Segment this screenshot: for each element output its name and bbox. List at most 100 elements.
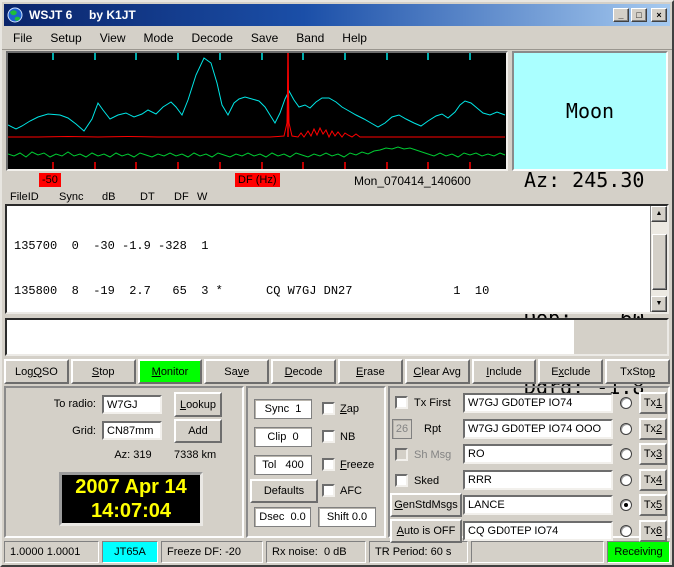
menu-help[interactable]: Help [333, 28, 376, 48]
sync-field[interactable]: Sync 1 [254, 399, 312, 419]
scrollbar-thumb[interactable] [652, 234, 667, 290]
exclude-button[interactable]: Ex clude [538, 359, 604, 384]
globe-icon [7, 7, 23, 23]
average-text-area[interactable]: 140600 1 4/6 GD0TEP W7GJ DN27 1 0 140600… [5, 318, 669, 356]
rpt-field: 26 [392, 419, 412, 439]
tx1-message-input[interactable] [463, 393, 613, 413]
freeze-checkbox[interactable] [322, 458, 335, 471]
moon-info-panel: Moon Az: 245.30 El: 7.98 Dop: 60 Dgrd: -… [512, 51, 668, 399]
scroll-down-icon[interactable]: ▼ [651, 296, 667, 312]
parameters-panel: Sync 1 Zap Clip 0 NB Tol 400 Freeze Defa… [246, 386, 386, 538]
to-radio-label: To radio: [53, 398, 96, 410]
decode-line: 135700 0 -30 -1.9 -328 1 [14, 239, 209, 253]
lookup-button[interactable]: Lookup [174, 392, 222, 417]
decode-text-area[interactable]: 135700 0 -30 -1.9 -328 1 135800 8 -19 2.… [5, 204, 669, 314]
moon-title: Moon [565, 99, 615, 123]
decode-button[interactable]: Decode [271, 359, 336, 384]
receiving-indicator: Receiving [607, 541, 670, 563]
decode-line: 135800 8 -19 2.7 65 3 * CQ W7GJ DN27 1 1… [14, 284, 490, 298]
col-dt: DT [140, 191, 155, 203]
menu-mode[interactable]: Mode [135, 28, 183, 48]
df-axis-marker: DF (Hz) [235, 173, 280, 187]
status-bar: 1.0000 1.0001 JT65A Freeze DF: -20 Rx no… [4, 541, 670, 563]
tx6-radio[interactable] [620, 525, 632, 537]
bottom-section: To radio: Lookup Grid: Add Az: 319 7338 … [4, 386, 670, 543]
tx4-message-input[interactable] [463, 470, 613, 490]
tx-first-checkbox[interactable] [395, 396, 408, 409]
add-button[interactable]: Add [174, 419, 222, 443]
gen-std-msgs-button[interactable]: GenStdMsgs [390, 493, 462, 517]
maximize-button[interactable]: □ [631, 8, 647, 22]
afc-label: AFC [340, 485, 362, 497]
decode-column-headers: FileID Sync dB DT DF W [2, 191, 672, 204]
menu-setup[interactable]: Setup [41, 28, 90, 48]
decode-scrollbar[interactable]: ▲ ▼ [650, 206, 667, 312]
save-button[interactable]: Sa v e [204, 359, 270, 384]
wsjt-window: WSJT 6 by K1JT _ □ × File Setup View Mod… [0, 0, 674, 567]
scroll-up-icon[interactable]: ▲ [651, 206, 667, 222]
tx3-message-input[interactable] [463, 444, 613, 464]
menu-view[interactable]: View [91, 28, 135, 48]
zap-checkbox[interactable] [322, 402, 335, 415]
include-button[interactable]: Include [471, 359, 537, 384]
freeze-label: Freeze [340, 459, 375, 471]
average-lines: 140600 1 4/6 GD0TEP W7GJ DN27 1 0 140600… [7, 320, 667, 354]
sked-checkbox[interactable] [395, 474, 408, 487]
afc-checkbox[interactable] [322, 484, 335, 497]
tx4-radio[interactable] [620, 474, 632, 486]
grid-input[interactable] [102, 421, 162, 440]
grid-label: Grid: [72, 425, 96, 437]
station-panel: To radio: Lookup Grid: Add Az: 319 7338 … [4, 386, 244, 538]
sh-msg-checkbox[interactable] [395, 448, 408, 461]
clock-date: 2007 Apr 14 [75, 476, 187, 498]
col-sync: Sync [59, 191, 84, 203]
txstop-button[interactable]: TxSto p [605, 359, 670, 384]
tx5-radio[interactable] [620, 499, 632, 511]
zap-label: Zap [340, 403, 359, 415]
spectrum-display[interactable] [6, 51, 508, 171]
tol-field[interactable]: Tol 400 [254, 455, 312, 475]
average-area-gray-region [574, 320, 667, 354]
tx1-radio[interactable] [620, 397, 632, 409]
log-qso-button[interactable]: Log Q SO [4, 359, 69, 384]
stop-button[interactable]: Stop [70, 359, 136, 384]
menu-save[interactable]: Save [242, 28, 287, 48]
close-button[interactable]: × [651, 8, 667, 22]
window-title: WSJT 6 by K1JT [29, 8, 136, 22]
tx6-message-input[interactable] [463, 521, 613, 541]
menu-decode[interactable]: Decode [183, 28, 242, 48]
col-w: W [197, 191, 208, 203]
tx5-button[interactable]: Tx 5 [639, 494, 667, 516]
erase-button[interactable]: Erase [337, 359, 403, 384]
clear-avg-button[interactable]: Clear Avg [404, 359, 470, 384]
shift-field[interactable]: Shift 0.0 [318, 507, 376, 527]
menu-file[interactable]: File [4, 28, 41, 48]
tx3-radio[interactable] [620, 448, 632, 460]
defaults-button[interactable]: Defaults [250, 479, 318, 503]
monitor-button[interactable]: Monitor [137, 359, 203, 384]
tx5-message-input[interactable] [463, 495, 613, 515]
mode-indicator: JT65A [102, 541, 158, 563]
tx6-button[interactable]: Tx 6 [639, 520, 667, 542]
dsec-field[interactable]: Dsec 0.0 [254, 507, 311, 527]
auto-button[interactable]: Auto is OFF [390, 519, 462, 543]
nb-checkbox[interactable] [322, 430, 335, 443]
tx-panel: Tx First Tx1 26 Rpt Tx2 Sh Msg Tx3 Sked … [388, 386, 670, 543]
to-radio-input[interactable] [102, 395, 162, 414]
minimize-button[interactable]: _ [613, 8, 629, 22]
tx2-button[interactable]: Tx 2 [639, 418, 667, 440]
utc-clock: 2007 Apr 14 14:07:04 [59, 472, 203, 526]
tx2-radio[interactable] [620, 423, 632, 435]
status-spacer [471, 541, 604, 563]
clip-field[interactable]: Clip 0 [254, 427, 312, 447]
menu-band[interactable]: Band [287, 28, 333, 48]
sked-label: Sked [414, 475, 440, 487]
azimuth-value: Az: 319 [114, 449, 152, 461]
tx4-button[interactable]: Tx 4 [639, 469, 667, 491]
tx2-message-input[interactable] [463, 419, 613, 439]
graph-labels: -50 DF (Hz) Mon_070414_140600 [2, 171, 672, 191]
tx3-button[interactable]: Tx 3 [639, 443, 667, 465]
tx1-button[interactable]: Tx 1 [639, 392, 667, 414]
tr-period-status: TR Period: 60 s [369, 541, 468, 563]
recording-filename: Mon_070414_140600 [354, 174, 471, 188]
